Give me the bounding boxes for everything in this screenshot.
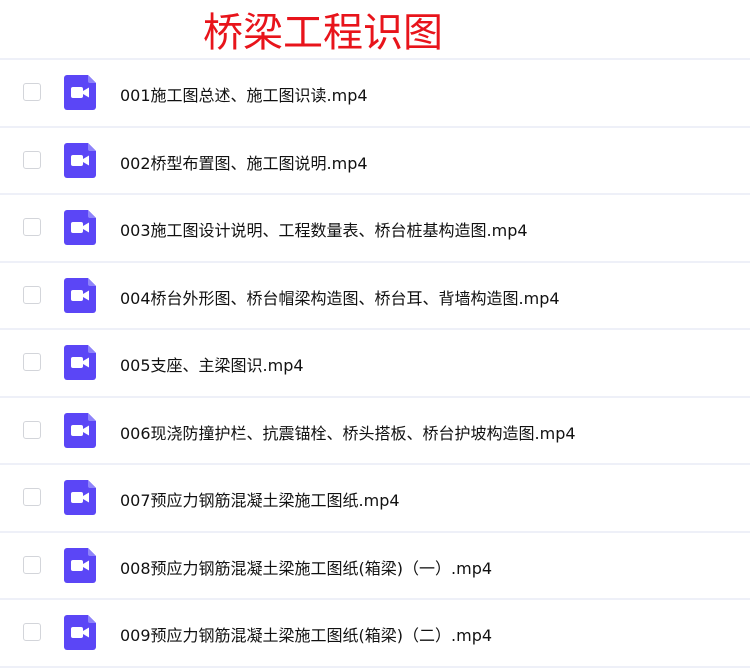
video-file-icon	[64, 210, 96, 245]
file-name[interactable]: 002桥型布置图、施工图说明.mp4	[120, 150, 368, 174]
file-name[interactable]: 005支座、主梁图识.mp4	[120, 352, 304, 376]
file-checkbox[interactable]	[23, 488, 41, 506]
file-row[interactable]: 002桥型布置图、施工图说明.mp4	[0, 125, 750, 194]
file-name[interactable]: 003施工图设计说明、工程数量表、桥台桩基构造图.mp4	[120, 217, 528, 241]
file-row[interactable]: 009预应力钢筋混凝土梁施工图纸(箱梁)（二）.mp4	[0, 598, 750, 668]
file-name[interactable]: 001施工图总述、施工图识读.mp4	[120, 82, 368, 106]
video-file-icon	[64, 547, 96, 583]
file-checkbox[interactable]	[23, 150, 41, 169]
file-list: 001施工图总述、施工图识读.mp4 002桥型布置图、施工图说明.mp4 00…	[0, 58, 750, 668]
file-checkbox[interactable]	[23, 218, 41, 236]
file-row[interactable]: 006现浇防撞护栏、抗震锚栓、桥头搭板、桥台护坡构造图.mp4	[0, 395, 750, 464]
file-name[interactable]: 007预应力钢筋混凝土梁施工图纸.mp4	[120, 487, 400, 511]
file-checkbox[interactable]	[23, 353, 41, 371]
file-name[interactable]: 008预应力钢筋混凝土梁施工图纸(箱梁)（一）.mp4	[120, 555, 492, 579]
file-checkbox[interactable]	[23, 83, 41, 101]
video-file-icon	[64, 277, 96, 313]
video-file-icon	[64, 345, 96, 380]
file-row[interactable]: 007预应力钢筋混凝土梁施工图纸.mp4	[0, 463, 750, 531]
file-checkbox[interactable]	[23, 623, 41, 641]
video-file-icon	[64, 412, 96, 448]
file-name[interactable]: 004桥台外形图、桥台帽梁构造图、桥台耳、背墙构造图.mp4	[120, 285, 560, 309]
file-row[interactable]: 003施工图设计说明、工程数量表、桥台桩基构造图.mp4	[0, 193, 750, 261]
video-file-icon	[64, 142, 96, 178]
file-row[interactable]: 008预应力钢筋混凝土梁施工图纸(箱梁)（一）.mp4	[0, 530, 750, 599]
file-row[interactable]: 005支座、主梁图识.mp4	[0, 328, 750, 396]
file-checkbox[interactable]	[23, 285, 41, 304]
video-file-icon	[64, 75, 96, 110]
file-row[interactable]: 004桥台外形图、桥台帽梁构造图、桥台耳、背墙构造图.mp4	[0, 260, 750, 329]
file-name[interactable]: 009预应力钢筋混凝土梁施工图纸(箱梁)（二）.mp4	[120, 622, 492, 646]
video-file-icon	[64, 480, 96, 515]
file-checkbox[interactable]	[23, 420, 41, 439]
file-checkbox[interactable]	[23, 555, 41, 574]
file-row[interactable]: 001施工图总述、施工图识读.mp4	[0, 58, 750, 126]
file-name[interactable]: 006现浇防撞护栏、抗震锚栓、桥头搭板、桥台护坡构造图.mp4	[120, 420, 576, 444]
video-file-icon	[64, 615, 96, 650]
page-title: 桥梁工程识图	[203, 10, 443, 56]
